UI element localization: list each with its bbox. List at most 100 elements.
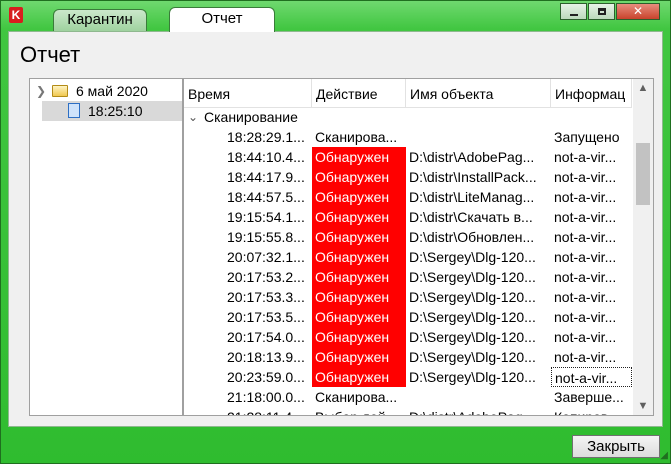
close-icon: ✕ [632,4,644,18]
table-row[interactable]: 18:44:57.5... Обнаружен D:\distr\LiteManag… [184,187,632,207]
cell-object: D:\distr\LiteManag... [409,189,535,205]
cell-action: Выбор дей... [312,407,406,415]
table-header: Время Действие Имя объекта Информац [184,79,632,108]
cell-time: 18:28:29.1... [227,129,305,145]
table-row[interactable]: 20:17:53.2... Обнаружен D:\Sergey\Dlg-120.… [184,267,632,287]
cell-info: not-a-vir... [554,209,617,225]
cell-info: not-a-vir... [554,229,617,245]
table-row[interactable]: 19:15:55.8... Обнаружен D:\distr\Обновлен.… [184,227,632,247]
chevron-right-icon[interactable]: ❯ [36,81,46,101]
chevron-down-icon[interactable]: ⌄ [188,107,198,127]
cell-info: not-a-vir... [554,309,617,325]
minimize-button[interactable] [560,3,587,20]
minimize-icon [570,14,578,16]
cell-action: Обнаружен [312,327,406,347]
scroll-up-icon[interactable]: ▲ [633,79,653,97]
cell-object [406,387,551,407]
cell-time: 18:44:17.9... [227,169,305,185]
cell-object: D:\distr\AdobePag... [406,407,551,415]
cell-time: 19:15:54.1... [227,209,305,225]
cell-object: D:\distr\Обновлен... [409,229,535,245]
cell-info: Заверше... [554,389,624,405]
scrollbar-thumb[interactable] [636,143,650,205]
cell-info: not-a-vir... [554,329,617,345]
cell-action: Обнаружен [312,227,406,247]
vertical-scrollbar[interactable]: ▲ ▼ [633,79,653,415]
cell-info: not-a-vir... [554,269,617,285]
cell-object: D:\distr\AdobePag... [409,149,535,165]
cell-action: Обнаружен [312,167,406,187]
scroll-down-icon[interactable]: ▼ [633,397,653,415]
table-row[interactable]: 18:44:17.9... Обнаружен D:\distr\InstallPa… [184,167,632,187]
tree-item-date[interactable]: ❯ 6 май 2020 [30,81,182,101]
column-header-object[interactable]: Имя объекта [406,79,551,107]
cell-object: D:\Sergey\Dlg-120... [409,249,536,265]
cell-object: D:\Sergey\Dlg-120... [409,309,536,325]
document-icon [68,103,80,118]
cell-action: Обнаружен [312,347,406,367]
table-row[interactable]: 18:44:10.4... Обнаружен D:\distr\AdobePag.… [184,147,632,167]
cell-time: 20:17:53.2... [227,269,305,285]
cell-info: not-a-vir... [551,367,632,387]
table-row[interactable]: 20:17:54.0... Обнаружен D:\Sergey\Dlg-120.… [184,327,632,347]
cell-action: Обнаружен [312,367,406,387]
cell-info: not-a-vir... [554,349,617,365]
kaspersky-k-icon: K [9,7,23,23]
cell-time: 21:18:00.0... [227,389,305,405]
report-table[interactable]: Время Действие Имя объекта Информац ⌄ Ск… [183,78,654,416]
cell-action: Обнаружен [312,307,406,327]
close-button[interactable]: Закрыть [572,435,660,458]
cell-time: 20:23:59.0... [227,369,305,385]
report-window: K Карантин Отчет ✕ Отчет ❯ 6 май 2020 18… [0,0,671,464]
cell-info: Запущено [554,129,620,145]
table-row[interactable]: 20:17:53.3... Обнаружен D:\Sergey\Dlg-120.… [184,287,632,307]
cell-info: not-a-vir... [554,249,617,265]
table-body: 18:28:29.1... Сканирова... Запущено 18:44:1… [184,127,632,415]
column-header-time[interactable]: Время [184,79,312,107]
cell-object: D:\distr\InstallPack... [409,169,537,185]
column-header-action[interactable]: Действие [312,79,406,107]
cell-object: D:\Sergey\Dlg-120... [409,329,536,345]
window-controls: ✕ [559,3,660,20]
cell-action: Обнаружен [312,267,406,287]
table-row[interactable]: 20:18:13.9... Обнаружен D:\Sergey\Dlg-120.… [184,347,632,367]
cell-time: 20:17:53.5... [227,309,305,325]
table-row[interactable]: 18:28:29.1... Сканирова... Запущено [184,127,632,147]
cell-time: 20:07:32.1... [227,249,305,265]
maximize-icon [598,8,606,15]
cell-object [406,127,551,147]
group-label: Сканирование [204,109,298,125]
tree-item-time-label: 18:25:10 [88,103,143,119]
cell-info: not-a-vir... [554,149,617,165]
tree-item-report-time[interactable]: 18:25:10 [30,101,182,121]
cell-action: Обнаружен [312,187,406,207]
cell-action: Обнаружен [312,247,406,267]
cell-object: D:\Sergey\Dlg-120... [409,349,536,365]
table-row[interactable]: 20:17:53.5... Обнаружен D:\Sergey\Dlg-120.… [184,307,632,327]
cell-info: not-a-vir... [554,289,617,305]
close-window-button[interactable]: ✕ [616,3,660,20]
cell-action: Сканирова... [315,129,398,145]
column-header-info[interactable]: Информац [551,79,632,107]
tab-quarantine[interactable]: Карантин [53,9,147,31]
folder-icon [52,85,68,97]
maximize-button[interactable] [588,3,615,20]
report-tree[interactable]: ❯ 6 май 2020 18:25:10 [29,78,183,416]
table-row[interactable]: 21:18:00.0... Сканирова... Заверше... [184,387,632,407]
cell-time: 20:17:53.3... [227,289,305,305]
table-row[interactable]: 21:28:11.4...Выбор дей...D:\distr\AdobeP… [184,407,632,415]
tab-report[interactable]: Отчет [169,7,275,32]
cell-info: not-a-vir... [554,169,617,185]
tree-item-date-label: 6 май 2020 [76,83,148,99]
cell-object: D:\Sergey\Dlg-120... [409,269,536,285]
cell-time: 21:28:11.4... [224,407,312,415]
cell-action: Сканирова... [315,389,398,405]
table-row[interactable]: 20:23:59.0... Обнаружен D:\Sergey\Dlg-120.… [184,367,632,387]
table-row[interactable]: 19:15:54.1... Обнаружен D:\distr\Скачать в… [184,207,632,227]
cell-info: not-a-vir... [554,189,617,205]
cell-action: Обнаружен [312,147,406,167]
resize-grip-icon[interactable]: ◢ [660,450,668,461]
cell-object: D:\distr\Скачать в... [409,209,533,225]
table-row[interactable]: 20:07:32.1... Обнаружен D:\Sergey\Dlg-120.… [184,247,632,267]
cell-object: D:\Sergey\Dlg-120... [409,289,536,305]
